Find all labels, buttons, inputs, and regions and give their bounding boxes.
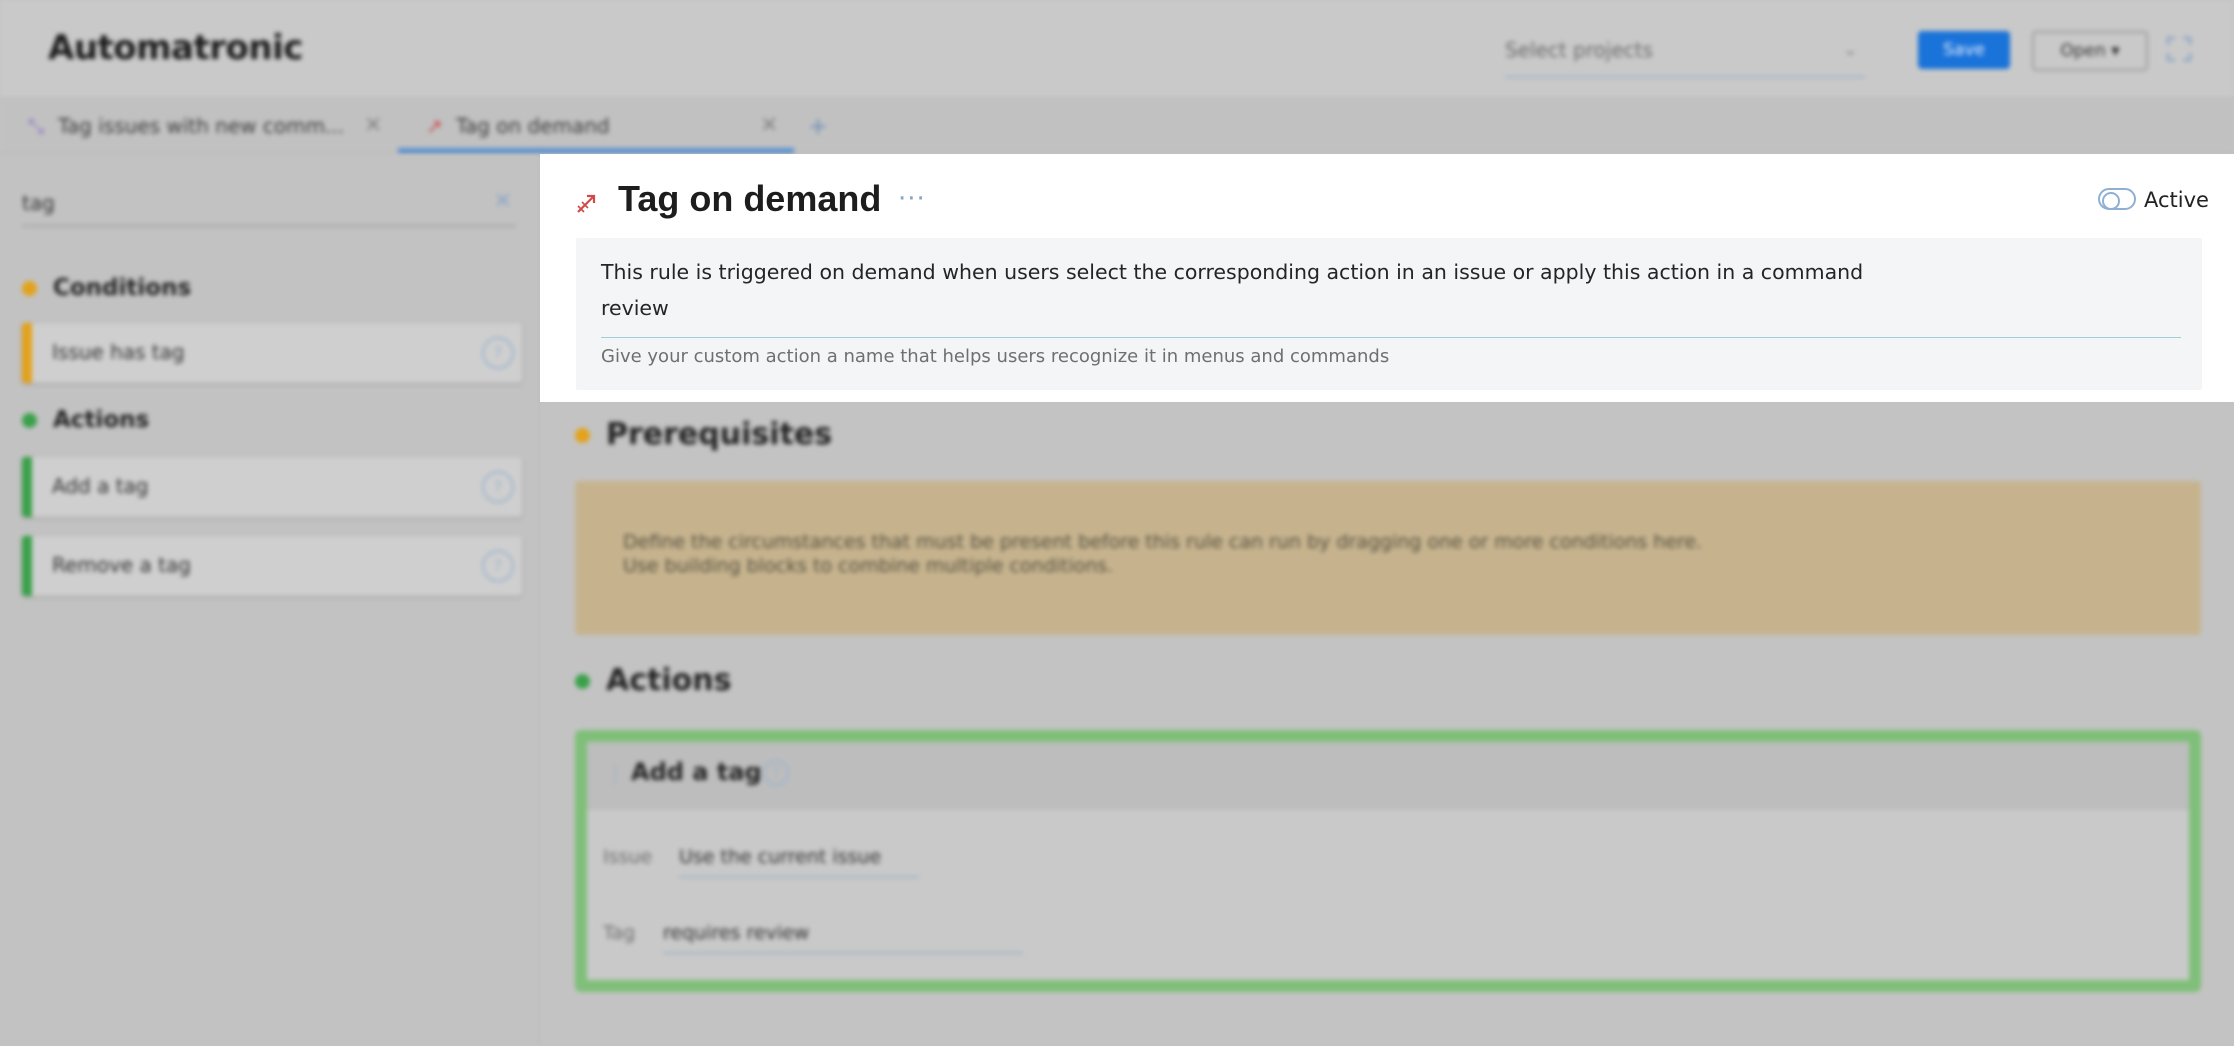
action-name-field[interactable]: This rule is triggered on demand when us… xyxy=(576,238,2202,390)
rule-header-panel: Tag on demand ··· Active This rule is tr… xyxy=(540,154,2234,402)
tab-bar: ⤡ Tag issues with new comm... × ↗ Tag on… xyxy=(0,100,2234,155)
prerequisites-dropzone[interactable]: Define the circumstances that must be pr… xyxy=(575,481,2201,635)
search-input[interactable]: tag ✕ xyxy=(22,185,516,227)
project-select-placeholder: Select projects xyxy=(1505,38,1653,62)
action-name-input[interactable]: review xyxy=(601,296,669,320)
close-icon[interactable]: × xyxy=(364,112,382,137)
chevron-down-icon: ⌄ xyxy=(1843,40,1857,59)
sidebar: tag ✕ Conditions Issue has tag ? Actions… xyxy=(0,155,541,1046)
prerequisites-heading: Prerequisites xyxy=(575,417,832,452)
clear-icon[interactable]: ✕ xyxy=(494,189,512,214)
color-bar xyxy=(22,323,32,383)
actions-section-heading: Actions xyxy=(575,663,731,698)
tag-input[interactable]: requires review xyxy=(663,922,1023,954)
conditions-heading: Conditions xyxy=(22,275,191,301)
color-bar xyxy=(22,457,32,517)
fullscreen-icon[interactable] xyxy=(2166,36,2192,62)
save-button[interactable]: Save xyxy=(1918,31,2010,69)
rule-title[interactable]: Tag on demand xyxy=(618,178,881,220)
sidebar-item-issue-has-tag[interactable]: Issue has tag ? xyxy=(22,323,522,383)
sidebar-item-add-a-tag[interactable]: Add a tag ? xyxy=(22,457,522,517)
app-title: Automatronic xyxy=(48,28,303,68)
action-block-title: Add a tag xyxy=(631,758,762,786)
close-icon[interactable]: × xyxy=(760,112,778,137)
sidebar-item-label: Remove a tag xyxy=(52,553,191,577)
sidebar-item-label: Add a tag xyxy=(52,474,149,498)
on-demand-rule-icon xyxy=(577,194,596,213)
tab-tag-issues[interactable]: ⤡ Tag issues with new comm... × xyxy=(0,100,392,154)
action-block-add-tag[interactable]: ⋮ Add a tag ? Issue Use the current issu… xyxy=(575,730,2201,992)
issue-select[interactable]: Use the current issue xyxy=(679,846,919,878)
active-toggle[interactable] xyxy=(2098,188,2136,210)
rule-description: This rule is triggered on demand when us… xyxy=(601,260,1864,284)
actions-dot-icon xyxy=(22,413,37,428)
tab-label: Tag on demand xyxy=(456,114,610,138)
add-tab-icon[interactable]: + xyxy=(808,112,828,140)
tag-label: Tag xyxy=(603,922,636,944)
color-bar xyxy=(22,536,32,596)
sidebar-item-remove-a-tag[interactable]: Remove a tag ? xyxy=(22,536,522,596)
app-header: Automatronic Select projects ⌄ Save Open… xyxy=(0,0,2234,99)
input-underline xyxy=(601,337,2181,338)
project-select[interactable]: Select projects ⌄ xyxy=(1505,30,1865,78)
tab-label: Tag issues with new comm... xyxy=(58,114,345,138)
actions-dot-icon xyxy=(575,674,590,689)
action-block-header: ⋮ Add a tag ? xyxy=(587,742,2189,810)
help-icon[interactable]: ? xyxy=(763,760,789,786)
issue-label: Issue xyxy=(603,846,653,868)
help-icon[interactable]: ? xyxy=(482,471,514,503)
help-icon[interactable]: ? xyxy=(482,550,514,582)
rule-icon: ↗ xyxy=(426,114,443,138)
prerequisites-text: Use building blocks to combine multiple … xyxy=(623,555,1114,577)
rule-icon: ⤡ xyxy=(28,114,44,138)
action-name-hint: Give your custom action a name that help… xyxy=(601,346,1390,367)
tab-tag-on-demand[interactable]: ↗ Tag on demand × xyxy=(398,100,794,154)
more-options-icon[interactable]: ··· xyxy=(898,184,926,214)
drag-handle-icon[interactable]: ⋮ xyxy=(605,762,625,786)
prerequisites-dot-icon xyxy=(575,428,590,443)
prerequisites-text: Define the circumstances that must be pr… xyxy=(623,531,1703,553)
help-icon[interactable]: ? xyxy=(482,337,514,369)
active-label: Active xyxy=(2144,188,2209,212)
conditions-dot-icon xyxy=(22,281,37,296)
actions-heading: Actions xyxy=(22,407,149,433)
sidebar-item-label: Issue has tag xyxy=(52,340,185,364)
open-button[interactable]: Open ▾ xyxy=(2032,31,2148,71)
search-value: tag xyxy=(22,191,55,215)
